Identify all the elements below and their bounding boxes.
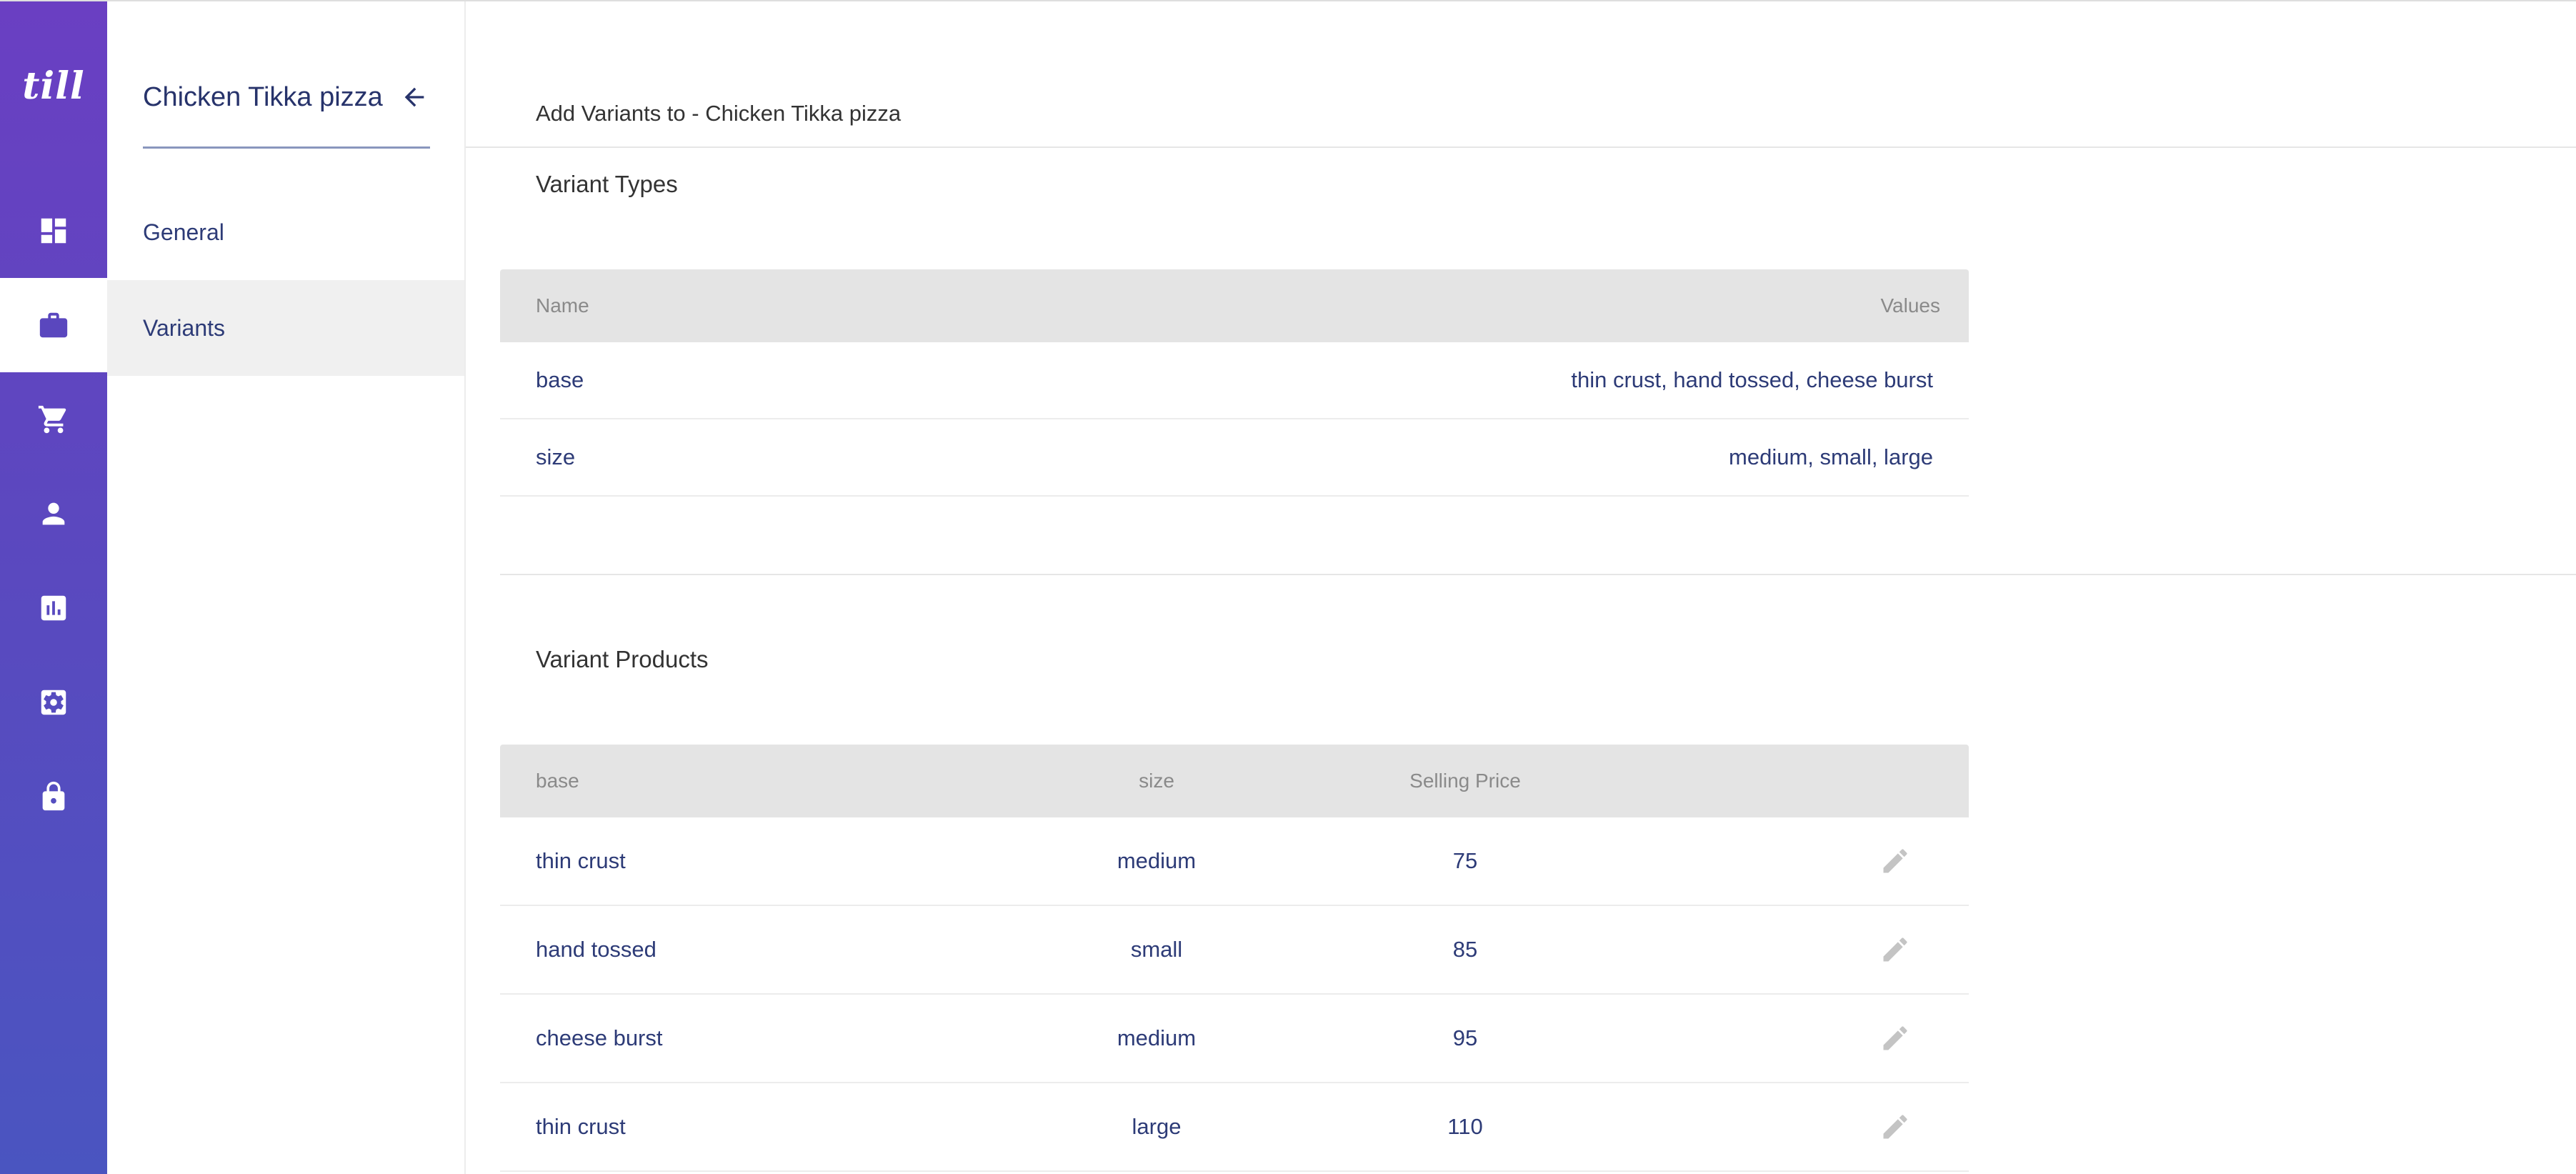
product-subnav: Chicken Tikka pizza General Variants <box>107 1 466 1174</box>
lock-icon <box>42 781 65 811</box>
back-button[interactable] <box>399 80 430 114</box>
column-header-base: base <box>536 770 579 792</box>
subnav-item-variants[interactable]: Variants <box>107 280 464 376</box>
rail-item-security[interactable] <box>0 750 107 844</box>
row-actions <box>1707 1020 1969 1056</box>
pencil-icon <box>1883 937 1907 962</box>
product-size: medium <box>1117 1025 1197 1050</box>
product-size: small <box>1130 937 1183 962</box>
rail-item-dashboard[interactable] <box>0 184 107 278</box>
app-window: till Chicken Tikka pizza General Variant… <box>0 0 2576 1174</box>
variant-types-title: Variant Types <box>536 171 678 197</box>
rail-item-reports[interactable] <box>0 561 107 655</box>
column-header-name: Name <box>536 294 589 317</box>
subnav-item-label: General <box>143 219 224 245</box>
product-base: hand tossed <box>536 937 657 962</box>
table-row[interactable]: thin crust large 110 <box>500 1083 1969 1172</box>
briefcase-icon <box>39 312 68 338</box>
product-size: large <box>1132 1114 1182 1139</box>
product-price: 110 <box>1447 1114 1483 1139</box>
product-base: thin crust <box>536 1114 626 1139</box>
table-row[interactable]: hand tossed small 85 <box>500 906 1969 995</box>
product-title: Chicken Tikka pizza <box>143 82 383 112</box>
main-content: Add Variants to - Chicken Tikka pizza Va… <box>466 1 2576 1174</box>
table-row[interactable]: thin crust medium 75 <box>500 817 1969 906</box>
table-header: Name Values <box>500 269 1969 342</box>
variant-type-values: thin crust, hand tossed, cheese burst <box>1571 367 1933 392</box>
row-actions <box>1707 932 1969 967</box>
subnav-header: Chicken Tikka pizza <box>143 80 430 149</box>
table-header: base size Selling Price <box>500 745 1969 817</box>
pencil-icon <box>1883 1026 1907 1050</box>
variant-type-name: base <box>536 367 584 392</box>
dashboard-icon <box>41 218 66 244</box>
rail-item-products[interactable] <box>0 278 107 372</box>
rail-item-customers[interactable] <box>0 467 107 561</box>
column-header-selling-price: Selling Price <box>1409 770 1521 792</box>
product-base: thin crust <box>536 848 626 873</box>
pencil-icon <box>1883 849 1907 873</box>
subnav-item-label: Variants <box>143 314 226 341</box>
table-row[interactable]: cheese burst medium 95 <box>500 995 1969 1083</box>
person-icon <box>42 502 65 525</box>
subnav-item-general[interactable]: General <box>107 184 464 280</box>
page-title: Add Variants to - Chicken Tikka pizza <box>466 91 2576 148</box>
product-price: 85 <box>1452 937 1478 962</box>
product-base: cheese burst <box>536 1025 663 1050</box>
arrow-left-icon <box>404 87 424 107</box>
variant-types-table: Name Values base thin crust, hand tossed… <box>500 269 1969 497</box>
pencil-icon <box>1883 1115 1907 1139</box>
till-logo[interactable]: till <box>0 64 107 108</box>
side-rail: till <box>0 1 107 1174</box>
variant-type-values: medium, small, large <box>1729 444 1933 469</box>
row-actions <box>1707 843 1969 879</box>
row-actions <box>1707 1109 1969 1145</box>
table-row[interactable]: base thin crust, hand tossed, cheese bur… <box>500 342 1969 419</box>
product-price: 95 <box>1452 1025 1478 1050</box>
bar-chart-icon <box>41 595 66 621</box>
rail-item-orders[interactable] <box>0 372 107 467</box>
variant-type-name: size <box>536 444 576 469</box>
section-divider <box>500 574 2576 575</box>
variant-products-table: base size Selling Price thin crust mediu… <box>500 745 1969 1172</box>
column-header-size: size <box>1139 770 1174 792</box>
variant-products-title: Variant Products <box>536 646 709 672</box>
product-price: 75 <box>1452 848 1478 873</box>
edit-button[interactable] <box>1877 1020 1913 1056</box>
product-size: medium <box>1117 848 1197 873</box>
edit-button[interactable] <box>1877 932 1913 967</box>
edit-button[interactable] <box>1877 1109 1913 1145</box>
table-row[interactable]: size medium, small, large <box>500 419 1969 497</box>
cart-icon <box>38 405 66 434</box>
settings-icon <box>41 690 66 715</box>
column-header-values: Values <box>1880 294 1940 317</box>
rail-item-settings[interactable] <box>0 655 107 750</box>
edit-button[interactable] <box>1877 843 1913 879</box>
